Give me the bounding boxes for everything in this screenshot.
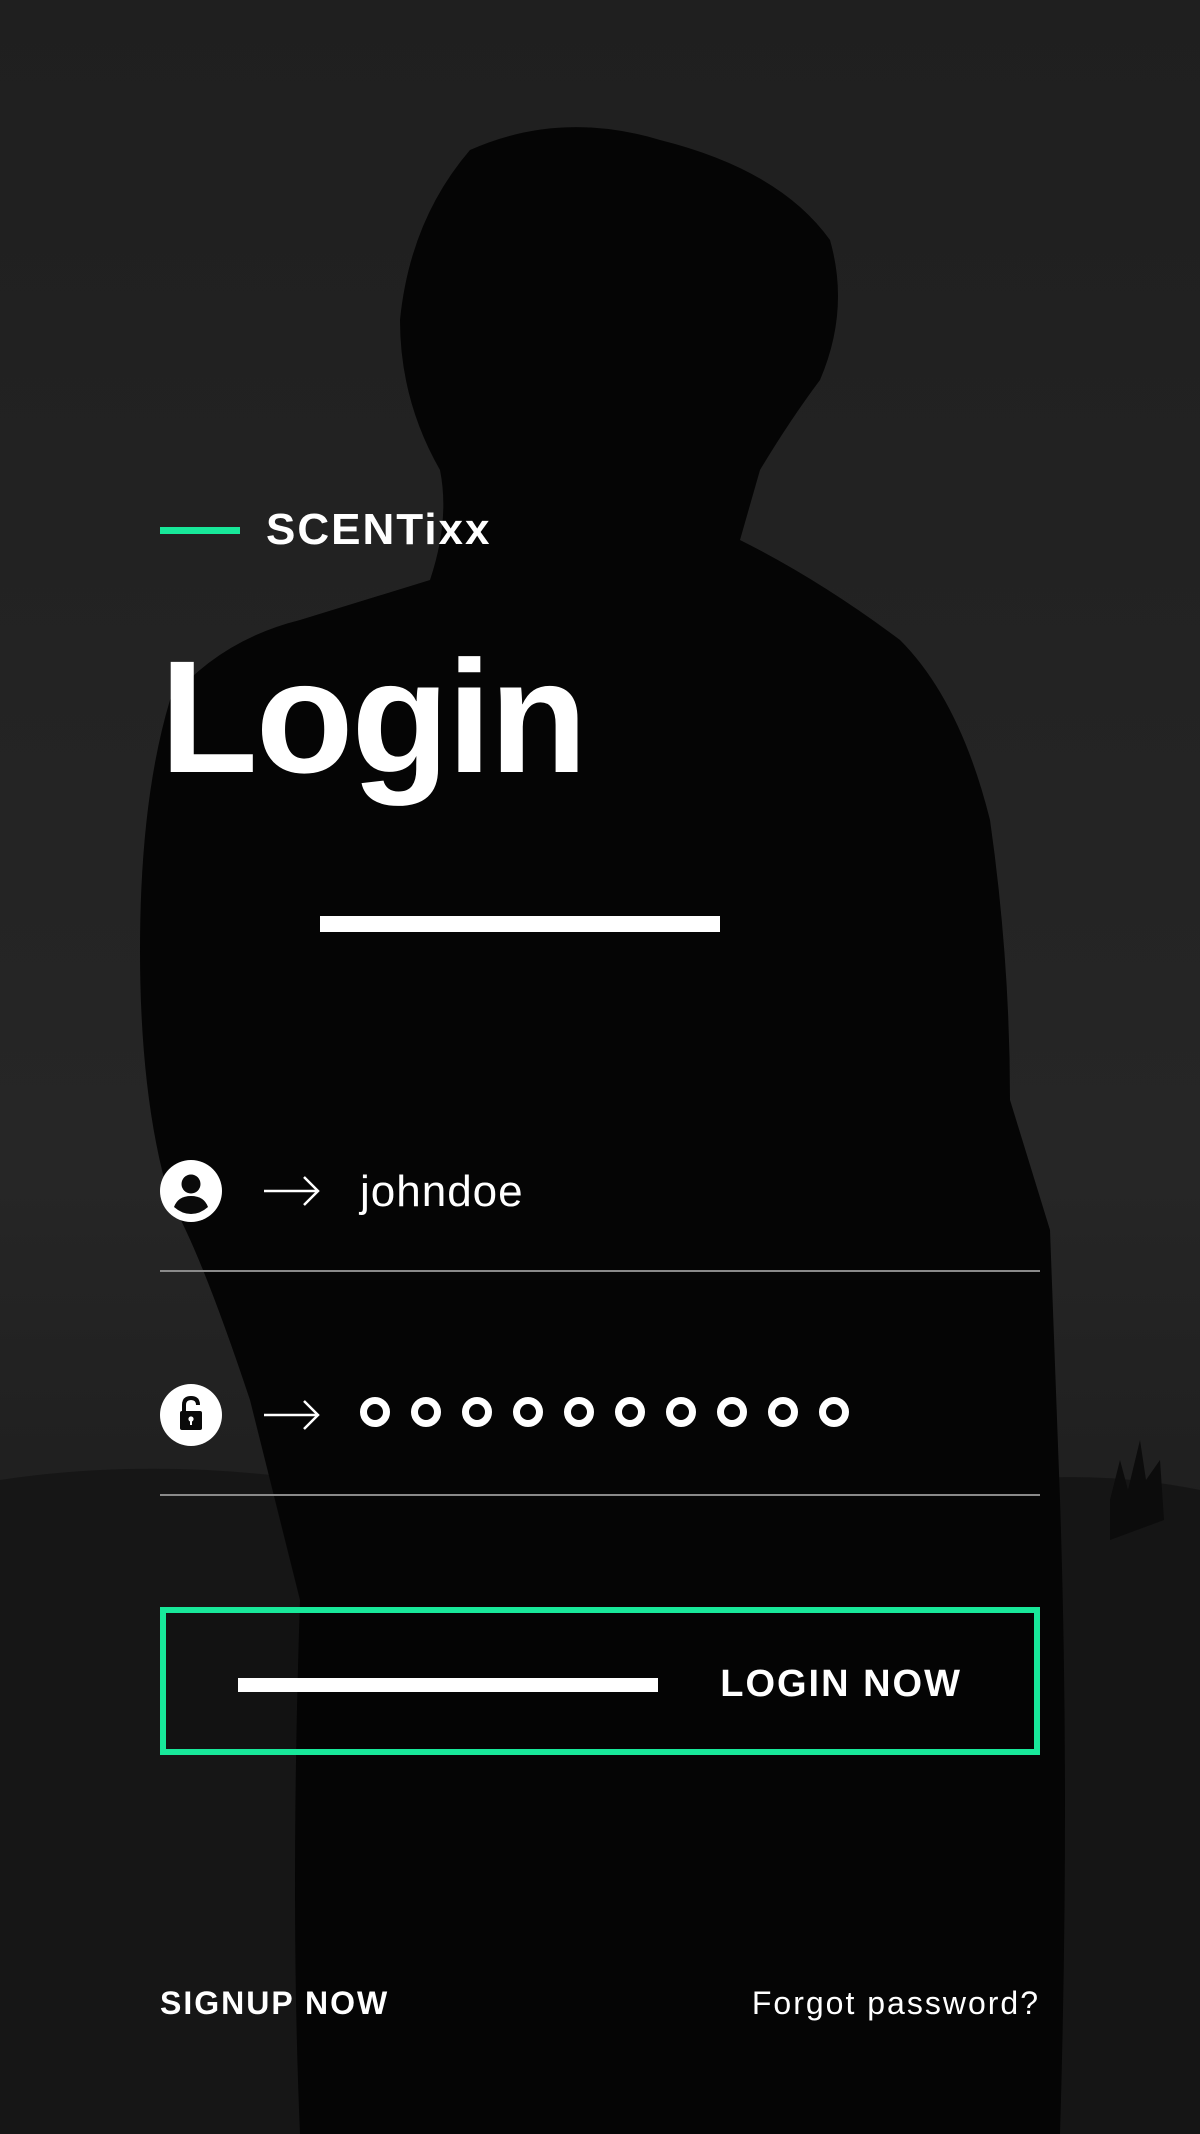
page-title: Login [160, 627, 587, 806]
login-button-label: LOGIN NOW [720, 1663, 962, 1705]
password-dot [717, 1397, 747, 1427]
password-mask [360, 1397, 870, 1427]
username-underline [160, 1270, 1040, 1272]
forgot-password-link[interactable]: Forgot password? [752, 1982, 1040, 2024]
title-underline [320, 916, 720, 932]
login-screen: SCENTixx Login johndoe LOGIN NOW SIGNUP … [0, 0, 1200, 2134]
username-value: johndoe [360, 1167, 524, 1216]
password-dot [411, 1397, 441, 1427]
password-underline [160, 1494, 1040, 1496]
password-dot [615, 1397, 645, 1427]
brand: SCENTixx [160, 503, 492, 557]
password-dot [462, 1397, 492, 1427]
password-dot [819, 1397, 849, 1427]
lock-icon [160, 1384, 222, 1446]
password-dot [360, 1397, 390, 1427]
password-dot [768, 1397, 798, 1427]
arrow-right-icon [264, 1176, 320, 1206]
password-dot [513, 1397, 543, 1427]
user-icon [160, 1160, 222, 1222]
background-photo [0, 0, 1200, 2134]
password-dot [666, 1397, 696, 1427]
arrow-right-icon [264, 1400, 320, 1430]
brand-name: SCENTixx [266, 505, 492, 554]
signup-link[interactable]: SIGNUP NOW [160, 1982, 389, 2024]
password-field[interactable] [160, 1366, 1040, 1466]
login-button-bar [238, 1678, 658, 1692]
brand-accent-bar [160, 526, 240, 534]
username-field[interactable]: johndoe [160, 1142, 1040, 1242]
password-dot [564, 1397, 594, 1427]
login-button[interactable]: LOGIN NOW [160, 1607, 1040, 1755]
